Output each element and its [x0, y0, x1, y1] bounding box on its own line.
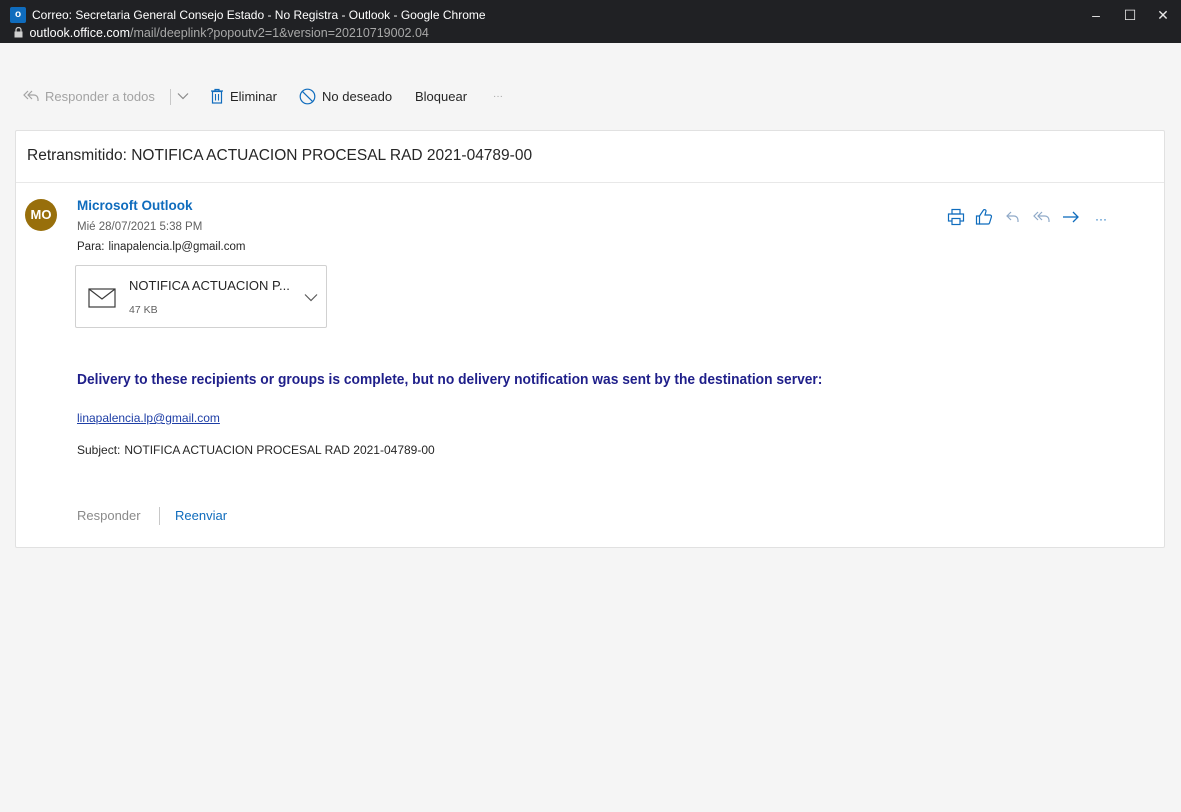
reading-pane: Retransmitido: NOTIFICA ACTUACION PROCES…: [15, 130, 1165, 548]
delete-button[interactable]: Eliminar: [210, 85, 277, 107]
subject-value: NOTIFICA ACTUACION PROCESAL RAD 2021-047…: [124, 443, 435, 457]
delete-label: Eliminar: [230, 88, 277, 104]
attachment-name: NOTIFICA ACTUACION P...: [129, 278, 290, 293]
window-title: Correo: Secretaria General Consejo Estad…: [32, 8, 486, 22]
toolbar-more-button[interactable]: ···: [493, 85, 503, 107]
message-subject: Retransmitido: NOTIFICA ACTUACION PROCES…: [27, 147, 533, 164]
to-label: Para:: [77, 241, 105, 253]
reply-forward-separator: [159, 507, 160, 525]
reply-options-dropdown[interactable]: [177, 85, 195, 107]
attachment-card[interactable]: NOTIFICA ACTUACION P... 47 KB: [75, 265, 327, 328]
junk-button[interactable]: No deseado: [299, 85, 392, 107]
message-toolbar: Responder a todos Eliminar No deseado Bl…: [0, 43, 1181, 125]
reply-all-button-icon[interactable]: [1032, 209, 1052, 229]
lock-icon: [14, 25, 26, 43]
forward-arrow-icon: [1062, 210, 1080, 229]
reply-button[interactable]: Responder: [77, 508, 141, 523]
forward-button[interactable]: Reenviar: [175, 508, 227, 523]
recipients-line: Para: linapalencia.lp@gmail.com: [77, 241, 245, 253]
sender-avatar[interactable]: MO: [25, 199, 57, 231]
browser-titlebar: o Correo: Secretaria General Consejo Est…: [0, 0, 1181, 43]
trash-icon: [210, 88, 224, 104]
message-date: Mié 28/07/2021 5:38 PM: [77, 221, 203, 233]
maximize-button[interactable]: ☐: [1113, 4, 1147, 26]
url-path: /mail/deeplink?popoutv2=1&version=202107…: [130, 26, 429, 40]
address-bar[interactable]: outlook.office.com/mail/deeplink?popoutv…: [14, 24, 429, 42]
attachment-size: 47 KB: [129, 304, 158, 316]
reply-all-icon: [23, 89, 39, 103]
toolbar-separator: [170, 89, 171, 105]
original-subject-line: Subject: NOTIFICA ACTUACION PROCESAL RAD …: [77, 443, 435, 457]
print-icon: [947, 208, 965, 231]
block-label: Bloquear: [415, 88, 468, 104]
sender-name[interactable]: Microsoft Outlook: [77, 198, 193, 213]
junk-label: No deseado: [322, 88, 393, 104]
subject-label: Subject:: [77, 443, 121, 457]
message-actions: ···: [946, 208, 1151, 231]
subject-divider: [16, 182, 1164, 183]
chevron-down-icon[interactable]: [304, 289, 318, 307]
reply-all-icon: [1033, 210, 1051, 229]
block-button[interactable]: Bloquear: [415, 85, 467, 107]
to-recipient[interactable]: linapalencia.lp@gmail.com: [109, 241, 246, 253]
print-button[interactable]: [946, 208, 966, 231]
thumbs-up-icon: [975, 208, 993, 231]
delivery-status-heading: Delivery to these recipients or groups i…: [77, 371, 823, 388]
reply-button-icon[interactable]: [1003, 209, 1023, 229]
forward-button-icon[interactable]: [1061, 209, 1081, 229]
like-button[interactable]: [974, 208, 994, 231]
reply-all-label: Responder a todos: [45, 88, 155, 104]
outlook-app-icon: o: [10, 7, 26, 23]
more-actions-button[interactable]: ···: [1091, 209, 1111, 229]
reply-icon: [1005, 210, 1021, 229]
chevron-down-icon: [177, 92, 189, 100]
block-circle-icon: [299, 88, 316, 105]
close-window-button[interactable]: ✕: [1146, 4, 1180, 26]
envelope-icon: [88, 288, 116, 313]
url-host: outlook.office.com: [29, 26, 131, 40]
reply-all-button[interactable]: Responder a todos: [23, 85, 155, 107]
minimize-button[interactable]: –: [1079, 4, 1113, 26]
recipient-email-link[interactable]: linapalencia.lp@gmail.com: [77, 411, 220, 425]
